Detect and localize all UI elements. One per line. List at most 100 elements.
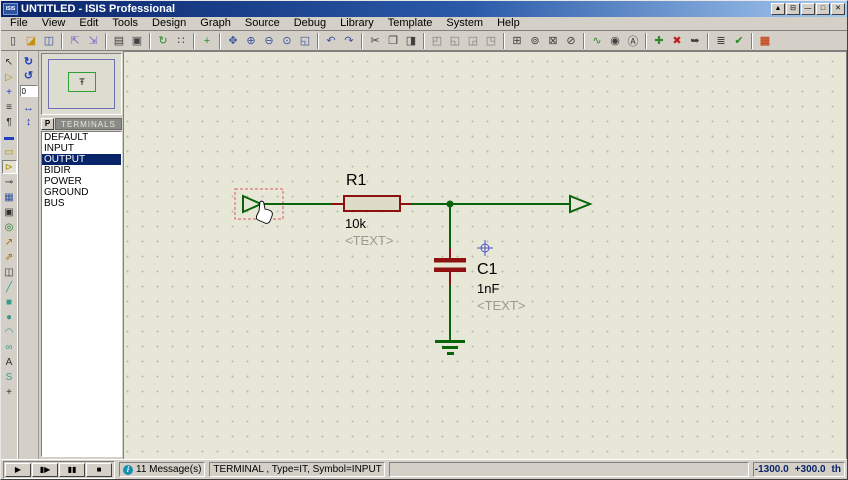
make-device-icon[interactable]: ⊚ <box>527 33 543 49</box>
menu-template[interactable]: Template <box>381 17 440 30</box>
play-button[interactable]: ▶ <box>5 462 31 477</box>
goto-sheet-icon[interactable]: ➥ <box>687 33 703 49</box>
2d-symbol-mode-icon[interactable]: S <box>2 370 17 384</box>
step-button[interactable]: ▮▶ <box>32 462 58 477</box>
packaging-tool-icon[interactable]: ⊠ <box>545 33 561 49</box>
bus-mode-icon[interactable]: ▬ <box>2 130 17 144</box>
2d-arc-mode-icon[interactable]: ◠ <box>2 325 17 339</box>
block-delete-icon[interactable]: ◳ <box>483 33 499 49</box>
menu-source[interactable]: Source <box>238 17 287 30</box>
redraw-icon[interactable]: ↻ <box>155 33 171 49</box>
wire-autorouter-icon[interactable]: ∿ <box>589 33 605 49</box>
2d-circle-mode-icon[interactable]: ● <box>2 310 17 324</box>
wire-label-mode-icon[interactable]: ≡ <box>2 100 17 114</box>
output-terminal[interactable] <box>569 194 593 214</box>
r1-value-label[interactable]: 10k <box>345 216 366 231</box>
zoom-in-icon[interactable]: ⊕ <box>243 33 259 49</box>
virtual-instrument-mode-icon[interactable]: ◫ <box>2 265 17 279</box>
menu-file[interactable]: File <box>3 17 35 30</box>
graph-mode-icon[interactable]: ▦ <box>2 190 17 204</box>
centre-at-origin-icon[interactable]: + <box>199 33 215 49</box>
selection-mode-icon[interactable]: ↖ <box>2 55 17 69</box>
electrical-rules-check-icon[interactable]: ✔ <box>731 33 747 49</box>
menu-tools[interactable]: Tools <box>105 17 145 30</box>
paste-icon[interactable]: ◨ <box>403 33 419 49</box>
subcircuit-mode-icon[interactable]: ▭ <box>2 145 17 159</box>
r1-text-placeholder[interactable]: <TEXT> <box>345 233 393 248</box>
c1-value-label[interactable]: 1nF <box>477 281 499 296</box>
search-and-tag-icon[interactable]: ◉ <box>607 33 623 49</box>
block-copy-icon[interactable]: ◰ <box>429 33 445 49</box>
ground-symbol[interactable] <box>435 340 465 355</box>
input-terminal[interactable] <box>242 194 264 214</box>
pan-view-icon[interactable]: ✥ <box>225 33 241 49</box>
resistor-r1[interactable] <box>343 195 401 212</box>
message-status[interactable]: i 11 Message(s) <box>119 462 206 477</box>
list-item-bus[interactable]: BUS <box>42 198 121 209</box>
netlist-to-ares-icon[interactable]: ▦ <box>757 33 773 49</box>
cut-icon[interactable]: ✂ <box>367 33 383 49</box>
menu-debug[interactable]: Debug <box>287 17 333 30</box>
print-icon[interactable]: ▤ <box>111 33 127 49</box>
rotation-angle-input[interactable] <box>19 85 38 97</box>
menu-graph[interactable]: Graph <box>193 17 238 30</box>
menu-design[interactable]: Design <box>145 17 193 30</box>
stop-button[interactable]: ■ <box>86 462 112 477</box>
zoom-all-icon[interactable]: ⊙ <box>279 33 295 49</box>
mirror-vertical-icon[interactable]: ↕ <box>21 115 37 128</box>
2d-box-mode-icon[interactable]: ■ <box>2 295 17 309</box>
decompose-icon[interactable]: ⊘ <box>563 33 579 49</box>
rollup-button[interactable]: ⊟ <box>786 3 800 15</box>
c1-text-placeholder[interactable]: <TEXT> <box>477 298 525 313</box>
junction-dot-mode-icon[interactable]: + <box>2 85 17 99</box>
list-item-ground[interactable]: GROUND <box>42 187 121 198</box>
property-assignment-icon[interactable]: Ⓐ <box>625 33 641 49</box>
new-file-icon[interactable]: ▯ <box>5 33 21 49</box>
new-sheet-icon[interactable]: ✚ <box>651 33 667 49</box>
save-file-icon[interactable]: ◫ <box>41 33 57 49</box>
undo-icon[interactable]: ↶ <box>323 33 339 49</box>
c1-reference-label[interactable]: C1 <box>477 261 498 278</box>
component-mode-icon[interactable]: ▷ <box>2 70 17 84</box>
menu-view[interactable]: View <box>35 17 73 30</box>
arrow-up-button[interactable]: ▲ <box>771 3 785 15</box>
menu-system[interactable]: System <box>439 17 490 30</box>
rotate-anticlockwise-icon[interactable]: ↺ <box>21 69 37 82</box>
pick-terminals-button[interactable]: P <box>41 118 54 130</box>
zoom-out-icon[interactable]: ⊖ <box>261 33 277 49</box>
mirror-horizontal-icon[interactable]: ↔ <box>21 101 37 114</box>
terminal-mode-icon[interactable]: ⊳ <box>1 160 17 174</box>
mark-output-area-icon[interactable]: ▣ <box>129 33 145 49</box>
list-item-default[interactable]: DEFAULT <box>42 132 121 143</box>
list-item-input[interactable]: INPUT <box>42 143 121 154</box>
toggle-grid-icon[interactable]: ∷ <box>173 33 189 49</box>
voltage-probe-mode-icon[interactable]: ↗ <box>2 235 17 249</box>
text-script-mode-icon[interactable]: ¶ <box>2 115 17 129</box>
list-item-bidir[interactable]: BIDIR <box>42 165 121 176</box>
import-section-icon[interactable]: ⇱ <box>67 33 83 49</box>
remove-sheet-icon[interactable]: ✖ <box>669 33 685 49</box>
pick-device-icon[interactable]: ⊞ <box>509 33 525 49</box>
block-move-icon[interactable]: ◱ <box>447 33 463 49</box>
menu-edit[interactable]: Edit <box>72 17 105 30</box>
capacitor-plate-bottom[interactable] <box>434 267 466 273</box>
block-rotate-icon[interactable]: ◲ <box>465 33 481 49</box>
list-item-output[interactable]: OUTPUT <box>42 154 121 165</box>
redo-icon[interactable]: ↷ <box>341 33 357 49</box>
close-button[interactable]: ✕ <box>831 3 845 15</box>
menu-help[interactable]: Help <box>490 17 527 30</box>
tape-recorder-mode-icon[interactable]: ▣ <box>2 205 17 219</box>
view-bom-icon[interactable]: ≣ <box>713 33 729 49</box>
schematic-canvas[interactable]: R1 10k <TEXT> C1 1nF <TEXT> <box>123 51 847 459</box>
device-pin-mode-icon[interactable]: ⊸ <box>2 175 17 189</box>
2d-line-mode-icon[interactable]: ╱ <box>2 280 17 294</box>
open-folder-icon[interactable]: ◪ <box>23 33 39 49</box>
2d-path-mode-icon[interactable]: ∞ <box>2 340 17 354</box>
list-item-power[interactable]: POWER <box>42 176 121 187</box>
r1-reference-label[interactable]: R1 <box>346 172 367 189</box>
menu-library[interactable]: Library <box>333 17 381 30</box>
current-probe-mode-icon[interactable]: ⇗ <box>2 250 17 264</box>
minimize-button[interactable]: — <box>801 3 815 15</box>
generator-mode-icon[interactable]: ◎ <box>2 220 17 234</box>
2d-text-mode-icon[interactable]: A <box>2 355 17 369</box>
